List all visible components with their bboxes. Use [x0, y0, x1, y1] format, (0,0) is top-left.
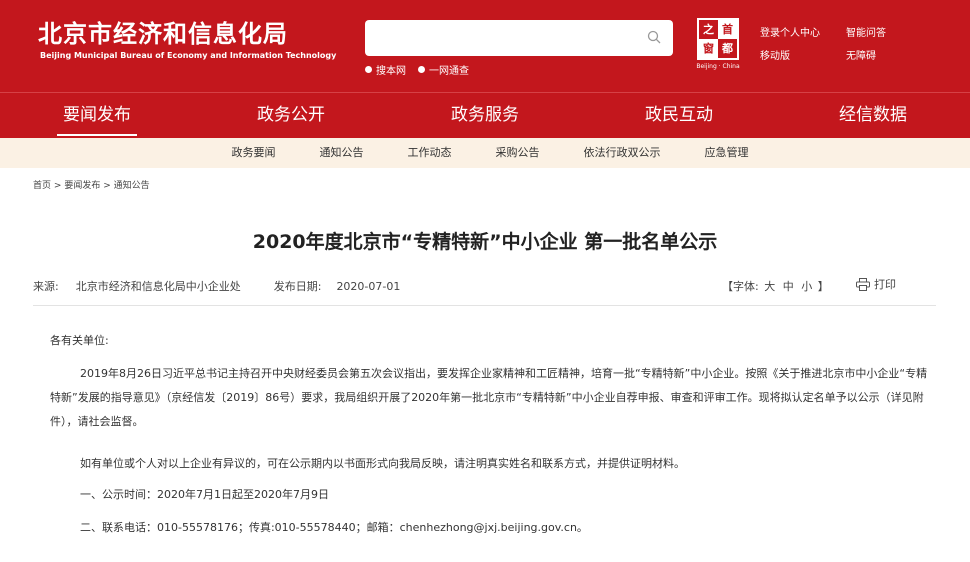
accessibility-link[interactable]: 无障碍: [846, 47, 876, 62]
login-link[interactable]: 登录个人中心: [760, 24, 820, 39]
search-scope-all[interactable]: 一网通查: [418, 62, 469, 77]
date-label: 发布日期:: [273, 280, 322, 293]
logo-char: 之: [703, 23, 714, 36]
radio-dot-icon: [365, 66, 372, 73]
radio-dot-icon: [418, 66, 425, 73]
font-size-switcher: 【字体: 大 中 小 】: [722, 278, 829, 294]
sub-nav-item-emergency[interactable]: 应急管理: [705, 138, 749, 168]
search-scope-options: 搜本网 一网通查: [365, 62, 469, 77]
print-button[interactable]: 打印: [856, 276, 896, 292]
sub-nav-item-procurement[interactable]: 采购公告: [496, 138, 540, 168]
logo-caption: Beijing · China: [696, 63, 740, 70]
font-size-large[interactable]: 大: [764, 280, 775, 293]
font-size-label: 【字体:: [722, 280, 759, 293]
article-title: 2020年度北京市“专精特新”中小企业 第一批名单公示: [252, 231, 718, 253]
breadcrumb-news[interactable]: 要闻发布: [64, 181, 100, 191]
site-title[interactable]: 北京市经济和信息化局: [38, 14, 288, 49]
font-size-small[interactable]: 小: [801, 280, 812, 293]
logo-char: 都: [722, 42, 733, 55]
main-nav-item-services[interactable]: 政务服务: [388, 93, 582, 138]
article-paragraph-objection: 如有单位或个人对以上企业有异议的，可在公示期内以书面形式向我局反映，请注明真实姓…: [80, 457, 685, 470]
sub-nav-item-notices[interactable]: 通知公告: [320, 138, 364, 168]
main-nav-item-interaction[interactable]: 政民互动: [582, 93, 776, 138]
article-meta: 来源: 北京市经济和信息化局中小企业处 发布日期: 2020-07-01: [33, 278, 400, 294]
meta-divider: [33, 305, 936, 306]
breadcrumb: 首页 > 要闻发布 > 通知公告: [33, 178, 150, 191]
mobile-version-link[interactable]: 移动版: [760, 47, 790, 62]
breadcrumb-separator: >: [53, 181, 62, 191]
sub-nav-item-work[interactable]: 工作动态: [408, 138, 452, 168]
article-item-contact: 二、联系电话：010-55578176；传真:010-55578440；邮箱：c…: [80, 521, 588, 534]
main-nav: 要闻发布 政务公开 政务服务 政民互动 经信数据: [0, 92, 970, 138]
date-value: 2020-07-01: [336, 280, 401, 293]
main-nav-item-data[interactable]: 经信数据: [776, 93, 970, 138]
printer-icon: [856, 277, 870, 291]
article-greeting: 各有关单位:: [50, 334, 109, 347]
font-size-medium[interactable]: 中: [783, 280, 794, 293]
main-nav-item-news[interactable]: 要闻发布: [0, 93, 194, 138]
site-header: 北京市经济和信息化局 Beijing Municipal Bureau of E…: [0, 0, 970, 92]
source-value: 北京市经济和信息化局中小企业处: [75, 280, 241, 293]
article-item-time: 一、公示时间：2020年7月1日起至2020年7月9日: [80, 488, 329, 501]
sub-nav-item-news[interactable]: 政务要闻: [232, 138, 276, 168]
search-scope-site-label: 搜本网: [376, 66, 406, 77]
search-scope-all-label: 一网通查: [429, 66, 469, 77]
search-scope-site[interactable]: 搜本网: [365, 62, 406, 77]
capital-window-logo[interactable]: 之 首 窗 都: [697, 18, 739, 60]
search-icon[interactable]: [647, 30, 661, 44]
breadcrumb-home[interactable]: 首页: [33, 181, 51, 191]
main-nav-item-public-affairs[interactable]: 政务公开: [194, 93, 388, 138]
search-input[interactable]: [365, 20, 673, 56]
article-paragraph-main: 2019年8月26日习近平总书记主持召开中央财经委员会第五次会议指出，要发挥企业…: [50, 367, 928, 428]
breadcrumb-separator: >: [103, 181, 111, 191]
breadcrumb-notices[interactable]: 通知公告: [114, 181, 150, 191]
logo-char: 首: [718, 20, 737, 39]
sub-nav: 政务要闻 通知公告 工作动态 采购公告 依法行政双公示 应急管理: [0, 138, 970, 168]
logo-char: 窗: [699, 39, 718, 58]
sub-nav-item-disclosure[interactable]: 依法行政双公示: [584, 138, 661, 168]
font-size-close: 】: [817, 280, 829, 293]
site-subtitle: Beijing Municipal Bureau of Economy and …: [40, 51, 337, 60]
smart-qa-link[interactable]: 智能问答: [846, 24, 886, 39]
print-label: 打印: [874, 278, 896, 291]
source-label: 来源:: [33, 280, 59, 293]
